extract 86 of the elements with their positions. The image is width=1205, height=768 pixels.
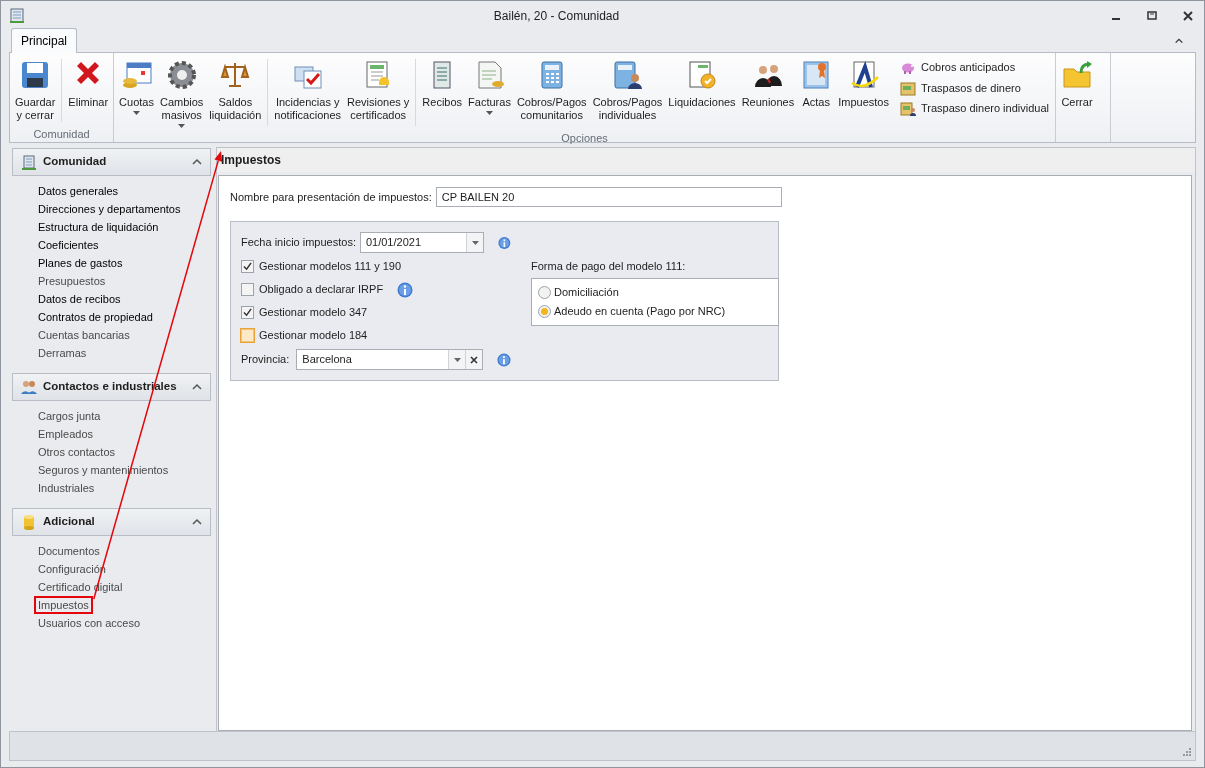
checkbox[interactable]	[241, 260, 254, 273]
group-label: Opciones	[560, 131, 609, 146]
gear-icon	[165, 59, 198, 91]
ribbon-button[interactable]: Guardar y cerrar	[12, 57, 59, 126]
checkbox-label: Gestionar modelo 347	[259, 305, 368, 321]
info-icon[interactable]	[498, 234, 511, 251]
sidebar-link[interactable]: Cuentas bancarias	[34, 326, 134, 344]
ribbon-button[interactable]: Revisiones y certificados	[344, 57, 413, 130]
sidebar-link[interactable]: Derramas	[34, 344, 91, 362]
ribbon-button[interactable]: Facturas	[465, 57, 514, 130]
collapse-icon[interactable]	[1174, 36, 1184, 46]
money-transfer-person-icon	[899, 100, 916, 117]
group-label: Forma de pago del modelo 111:	[531, 259, 687, 274]
sidebar-link[interactable]: Documentos	[34, 542, 104, 560]
people-icon	[21, 379, 37, 395]
info-icon[interactable]	[497, 351, 511, 368]
sidebar-link[interactable]: Usuarios con acceso	[34, 614, 145, 632]
radio-label: Adeudo en cuenta (Pago por NRC)	[554, 303, 726, 319]
ribbon-button[interactable]: Liquidaciones	[665, 57, 739, 130]
checkbox[interactable]	[241, 306, 254, 319]
ribbon-button[interactable]: Reuniones	[738, 57, 798, 130]
dropdown-arrow-icon	[453, 357, 461, 362]
sidebar-link[interactable]: Datos de recibos	[34, 290, 125, 308]
group-label: Comunidad	[32, 127, 91, 142]
section-header[interactable]: Adicional	[12, 508, 211, 536]
collapse-chevron-icon[interactable]	[192, 158, 202, 166]
folder-arrow-icon	[1060, 59, 1093, 91]
sidebar-link[interactable]: Contratos de propiedad	[34, 308, 157, 326]
sidebar-link[interactable]: Presupuestos	[34, 272, 110, 290]
sidebar-link[interactable]: Direcciones y departamentos	[34, 200, 185, 218]
sidebar-link[interactable]: Industriales	[34, 479, 99, 497]
ribbon-button[interactable]: Cobros anticipados	[895, 57, 1053, 78]
checkbox-label: Gestionar modelos 111 y 190	[259, 259, 402, 275]
sidebar-link[interactable]: Cargos junta	[34, 407, 105, 425]
checkbox-label: Gestionar modelo 184	[259, 328, 368, 344]
sidebar-link[interactable]: Datos generales	[34, 182, 123, 200]
ribbon-button[interactable]: Cerrar	[1057, 57, 1096, 126]
radio-button[interactable]	[538, 304, 551, 318]
info-icon[interactable]	[397, 281, 414, 298]
section-header[interactable]: Comunidad	[12, 148, 211, 176]
building-icon	[21, 154, 37, 170]
sidebar-link[interactable]: Otros contactos	[34, 443, 120, 461]
ribbon-button[interactable]: Saldos liquidación	[206, 57, 265, 130]
dropdown-arrow-icon	[471, 240, 479, 245]
checkbox[interactable]	[241, 283, 254, 296]
document-seal-icon	[686, 59, 718, 91]
clear-icon	[470, 355, 479, 364]
radio-label: Domiciliación	[554, 284, 619, 300]
section-title: Comunidad	[43, 154, 108, 170]
province-combo[interactable]: Barcelona	[296, 349, 484, 370]
field-label: Nombre para presentación de impuestos:	[230, 189, 432, 205]
money-transfer-icon	[899, 79, 916, 96]
date-picker[interactable]: 01/01/2021	[359, 232, 485, 253]
sidebar-link[interactable]: Estructura de liquidación	[34, 218, 163, 236]
ribbon-button[interactable]: Recibos	[419, 57, 466, 130]
ribbon-tab[interactable]: Principal	[11, 28, 78, 53]
cylinder-icon	[21, 514, 37, 530]
sidebar-link[interactable]: Impuestos	[34, 596, 93, 614]
sidebar-link[interactable]: Coeficientes	[34, 236, 103, 254]
checkbox-label: Obligado a declarar IRPF	[259, 282, 384, 298]
window-title: Bailén, 20 - Comunidad	[492, 8, 621, 25]
panel-title: Impuestos	[217, 148, 1195, 172]
field-label: Fecha inicio impuestos:	[241, 235, 356, 251]
sidebar-link[interactable]: Empleados	[34, 425, 98, 443]
ribbon-button[interactable]: Cobros/Pagos individuales	[589, 57, 666, 130]
ribbon-button[interactable]: Incidencias y notificaciones	[271, 57, 344, 130]
field-label: Provincia:	[241, 352, 290, 368]
ribbon-button[interactable]: Traspaso dinero individual	[895, 98, 1053, 119]
input-field[interactable]: CP BAILEN 20	[435, 187, 782, 207]
checkbox[interactable]	[241, 329, 254, 342]
calculator-person-icon	[611, 59, 644, 91]
app-building-icon	[9, 8, 25, 24]
ribbon-button[interactable]: Cambios masivos	[156, 57, 207, 130]
ribbon-button[interactable]: Eliminar	[65, 57, 112, 126]
sidebar-link[interactable]: Planes de gastos	[34, 254, 127, 272]
radio-button[interactable]	[538, 285, 551, 299]
ribbon-button[interactable]: Traspasos de dinero	[895, 77, 1053, 98]
ribbon-button[interactable]: Actas	[797, 57, 836, 130]
resize-grip-icon[interactable]	[1181, 746, 1192, 757]
section-title: Adicional	[43, 514, 96, 530]
ribbon-button[interactable]: Cobros/Pagos comunitarios	[513, 57, 590, 130]
ribbon-button[interactable]: Cuotas	[116, 57, 157, 130]
collapse-chevron-icon[interactable]	[192, 518, 202, 526]
calendar-coins-icon	[120, 59, 153, 91]
ribbon-button[interactable]: Impuestos	[835, 57, 892, 130]
collapse-chevron-icon[interactable]	[192, 383, 202, 391]
